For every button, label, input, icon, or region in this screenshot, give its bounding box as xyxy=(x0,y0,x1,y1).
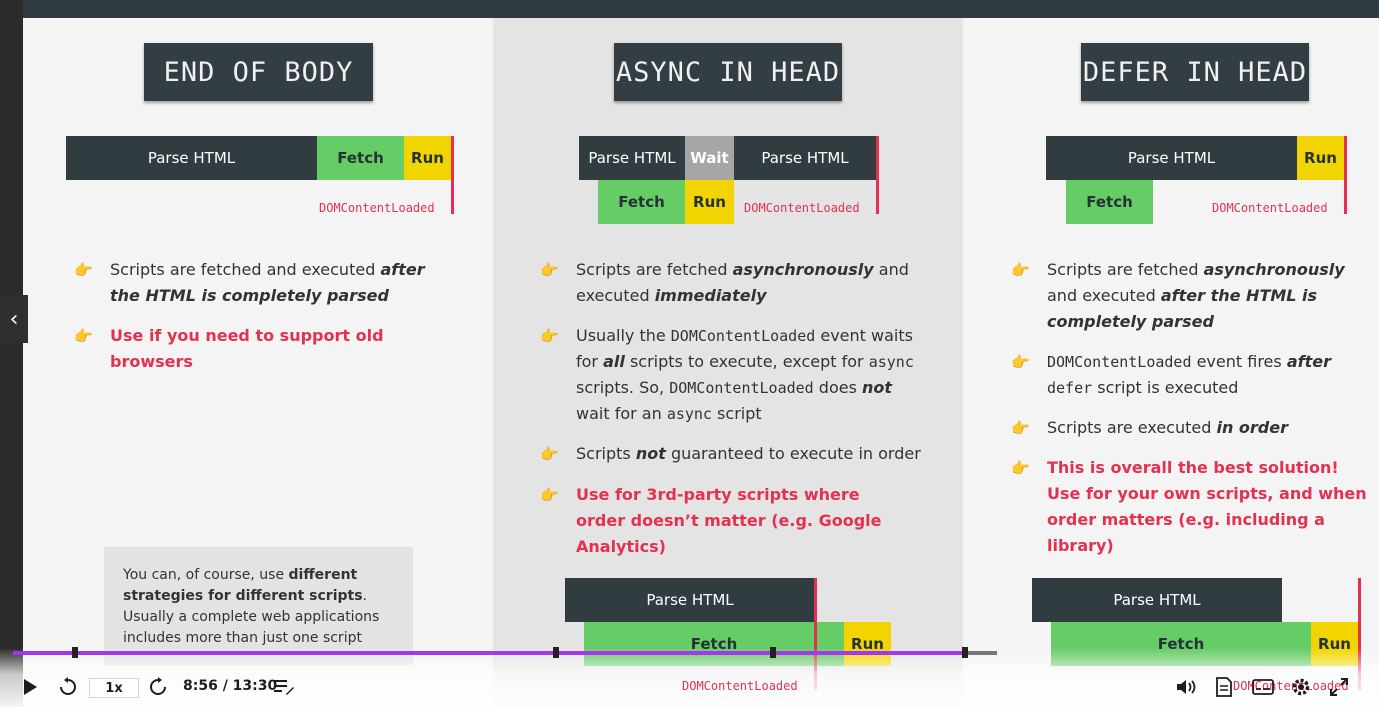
bullet-item: 👉 Use if you need to support old browser… xyxy=(74,323,454,375)
play-icon xyxy=(24,679,37,695)
pointing-hand-icon: 👉 xyxy=(540,261,559,279)
settings-icon xyxy=(1292,678,1310,696)
captions-button[interactable] xyxy=(1250,675,1276,699)
volume-icon xyxy=(1177,680,1196,694)
dom-content-loaded-line xyxy=(451,136,454,214)
fetch-segment: Fetch xyxy=(1066,180,1153,224)
column-title: ASYNC IN HEAD xyxy=(614,43,842,101)
bullet-item: 👉 DOMContentLoaded event fires after defe… xyxy=(1011,349,1371,401)
bullet-item: 👉 Scripts are fetched and executed after… xyxy=(74,257,454,309)
pointing-hand-icon: 👉 xyxy=(1011,261,1030,279)
notes-icon xyxy=(274,680,294,695)
pointing-hand-icon: 👉 xyxy=(1011,419,1030,437)
transcript-icon xyxy=(1216,677,1232,697)
bullet-item: 👉 Scripts are fetched asynchronously and… xyxy=(540,257,940,309)
column-title: END OF BODY xyxy=(144,43,373,101)
fetch-segment: Fetch xyxy=(317,136,404,180)
dom-content-loaded-label: DOMContentLoaded xyxy=(1212,201,1328,215)
progress-handle[interactable] xyxy=(962,647,968,658)
pointing-hand-icon: 👉 xyxy=(1011,353,1030,371)
volume-button[interactable] xyxy=(1175,675,1199,699)
bookmark-marker[interactable] xyxy=(770,647,776,658)
dom-content-loaded-line xyxy=(876,136,879,214)
run-segment: Run xyxy=(1297,136,1344,180)
dom-content-loaded-line xyxy=(1344,136,1347,214)
dom-content-loaded-label: DOMContentLoaded xyxy=(319,201,435,215)
progress-bar-fill xyxy=(13,651,965,655)
parse-html-segment: Parse HTML xyxy=(66,136,317,180)
transcript-button[interactable] xyxy=(1213,675,1235,699)
wait-segment: Wait xyxy=(685,136,734,180)
run-segment: Run xyxy=(685,180,734,224)
run-segment: Run xyxy=(404,136,451,180)
bookmark-marker[interactable] xyxy=(553,647,559,658)
bullet-item: 👉 Usually the DOMContentLoaded event wai… xyxy=(540,323,940,427)
parse-html-segment: Parse HTML xyxy=(1046,136,1297,180)
parse-html-segment: Parse HTML xyxy=(734,136,876,180)
parse-html-segment: Parse HTML xyxy=(565,578,815,622)
fullscreen-icon xyxy=(1330,678,1348,696)
fullscreen-button[interactable] xyxy=(1327,675,1351,699)
dom-content-loaded-label: DOMContentLoaded xyxy=(682,679,798,693)
add-note-button[interactable] xyxy=(272,676,296,698)
play-button[interactable] xyxy=(18,675,42,699)
forward-button[interactable] xyxy=(146,675,170,699)
rewind-button[interactable] xyxy=(56,675,80,699)
bullet-item: 👉 Scripts not guaranteed to execute in o… xyxy=(540,441,940,467)
pointing-hand-icon: 👉 xyxy=(540,486,559,504)
time-display: 8:56 / 13:30 xyxy=(183,678,278,694)
parse-html-segment: Parse HTML xyxy=(1032,578,1282,622)
column-title: DEFER IN HEAD xyxy=(1081,43,1309,101)
bullet-item: 👉 Scripts are executed in order xyxy=(1011,415,1371,441)
fetch-segment: Fetch xyxy=(598,180,685,224)
chevron-left-icon: ‹ xyxy=(9,306,19,332)
pointing-hand-icon: 👉 xyxy=(540,327,559,345)
left-edge xyxy=(0,0,23,707)
forward-5-icon xyxy=(150,677,166,695)
playback-speed-button[interactable]: 1x xyxy=(89,678,139,698)
pointing-hand-icon: 👉 xyxy=(74,327,93,345)
bullet-item: 👉 Scripts are fetched asynchronously and… xyxy=(1011,257,1371,335)
bullet-item: 👉 This is overall the best solution! Use… xyxy=(1011,455,1377,559)
top-bar xyxy=(0,0,1379,18)
pointing-hand-icon: 👉 xyxy=(74,261,93,279)
rewind-5-icon xyxy=(60,677,76,695)
bookmark-marker[interactable] xyxy=(72,647,78,658)
sidebar-toggle-button[interactable]: ‹ xyxy=(0,295,28,343)
pointing-hand-icon: 👉 xyxy=(1011,459,1030,477)
pointing-hand-icon: 👉 xyxy=(540,445,559,463)
captions-icon xyxy=(1252,679,1274,695)
dom-content-loaded-label: DOMContentLoaded xyxy=(744,201,860,215)
settings-button[interactable] xyxy=(1289,675,1313,699)
parse-html-segment: Parse HTML xyxy=(579,136,685,180)
bullet-item: 👉 Use for 3rd-party scripts where order … xyxy=(540,482,940,560)
